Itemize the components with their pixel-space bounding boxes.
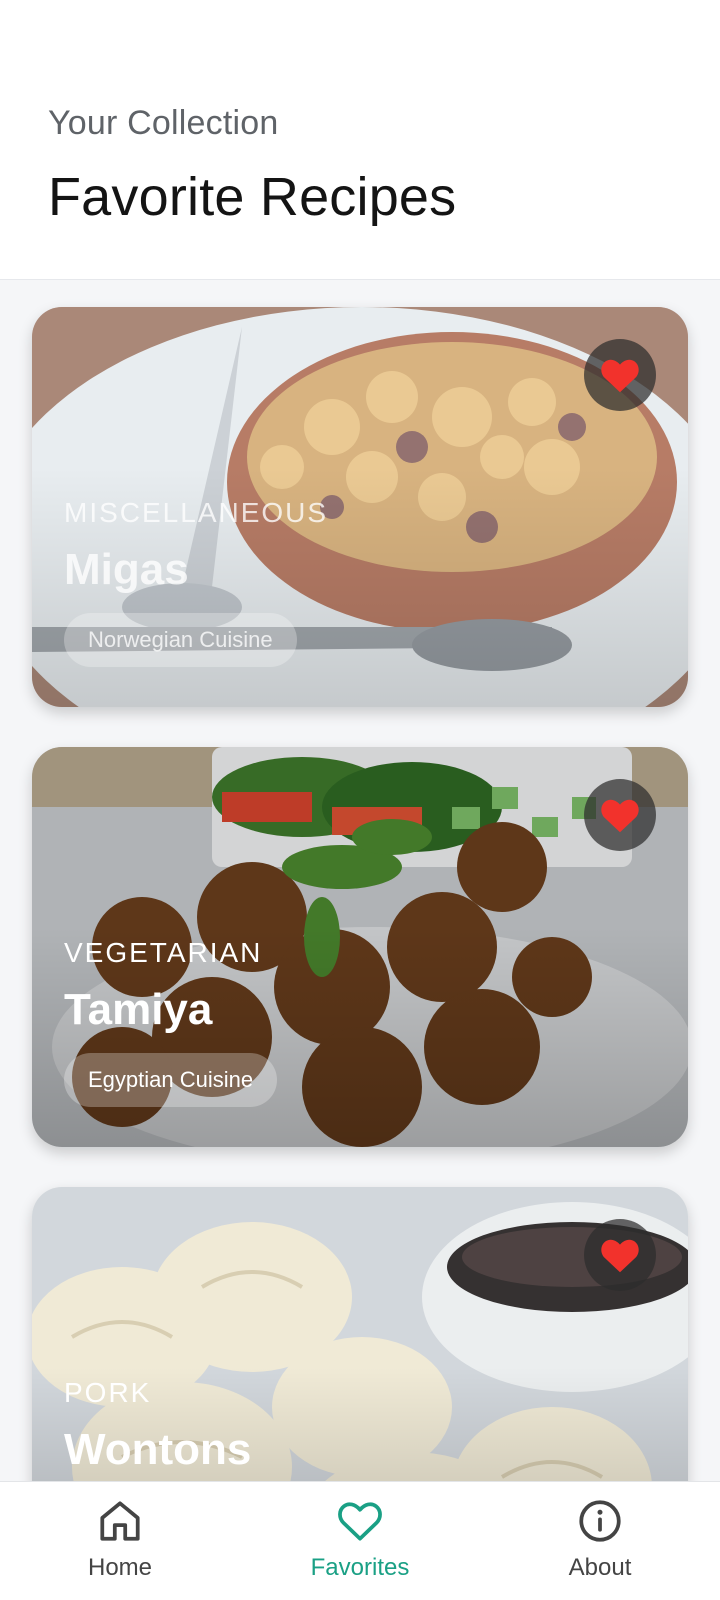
page-subtitle: Your Collection [48, 104, 279, 142]
bottom-navigation: Home Favorites About [0, 1481, 720, 1600]
heart-icon [601, 799, 639, 833]
nav-item-favorites[interactable]: Favorites [240, 1482, 480, 1600]
recipe-name: Migas [64, 545, 189, 594]
heart-icon [601, 359, 639, 393]
cuisine-badge: Egyptian Cuisine [64, 1053, 278, 1107]
recipe-category: MISCELLANEOUS [64, 497, 329, 528]
heart-icon [601, 1239, 639, 1273]
nav-label: About [568, 1554, 632, 1581]
recipe-category: PORK [64, 1377, 152, 1408]
heart-icon [338, 1502, 382, 1541]
cuisine-badge: Norwegian Cuisine [64, 613, 297, 667]
recipe-card-tamiya[interactable]: VEGETARIAN Tamiya Egyptian Cuisine [32, 747, 688, 1147]
favorite-button[interactable] [584, 1219, 656, 1291]
nav-label: Home [87, 1554, 153, 1581]
info-icon [579, 1500, 621, 1542]
page-header: Your Collection Favorite Recipes [0, 0, 720, 280]
favorite-button[interactable] [584, 779, 656, 851]
nav-item-home[interactable]: Home [0, 1482, 240, 1600]
recipe-category: VEGETARIAN [64, 937, 263, 968]
home-icon [100, 1501, 140, 1541]
nav-label: Favorites [310, 1554, 410, 1581]
recipe-card-wontons[interactable]: PORK Wontons [32, 1187, 688, 1481]
recipe-list[interactable]: MISCELLANEOUS Migas Norwegian Cuisine VE… [0, 281, 720, 1481]
nav-item-about[interactable]: About [480, 1482, 720, 1600]
favorite-button[interactable] [584, 339, 656, 411]
recipe-name: Tamiya [64, 985, 213, 1034]
recipe-card-migas[interactable]: MISCELLANEOUS Migas Norwegian Cuisine [32, 307, 688, 707]
recipe-name: Wontons [64, 1425, 252, 1474]
page-title: Favorite Recipes [48, 167, 457, 227]
